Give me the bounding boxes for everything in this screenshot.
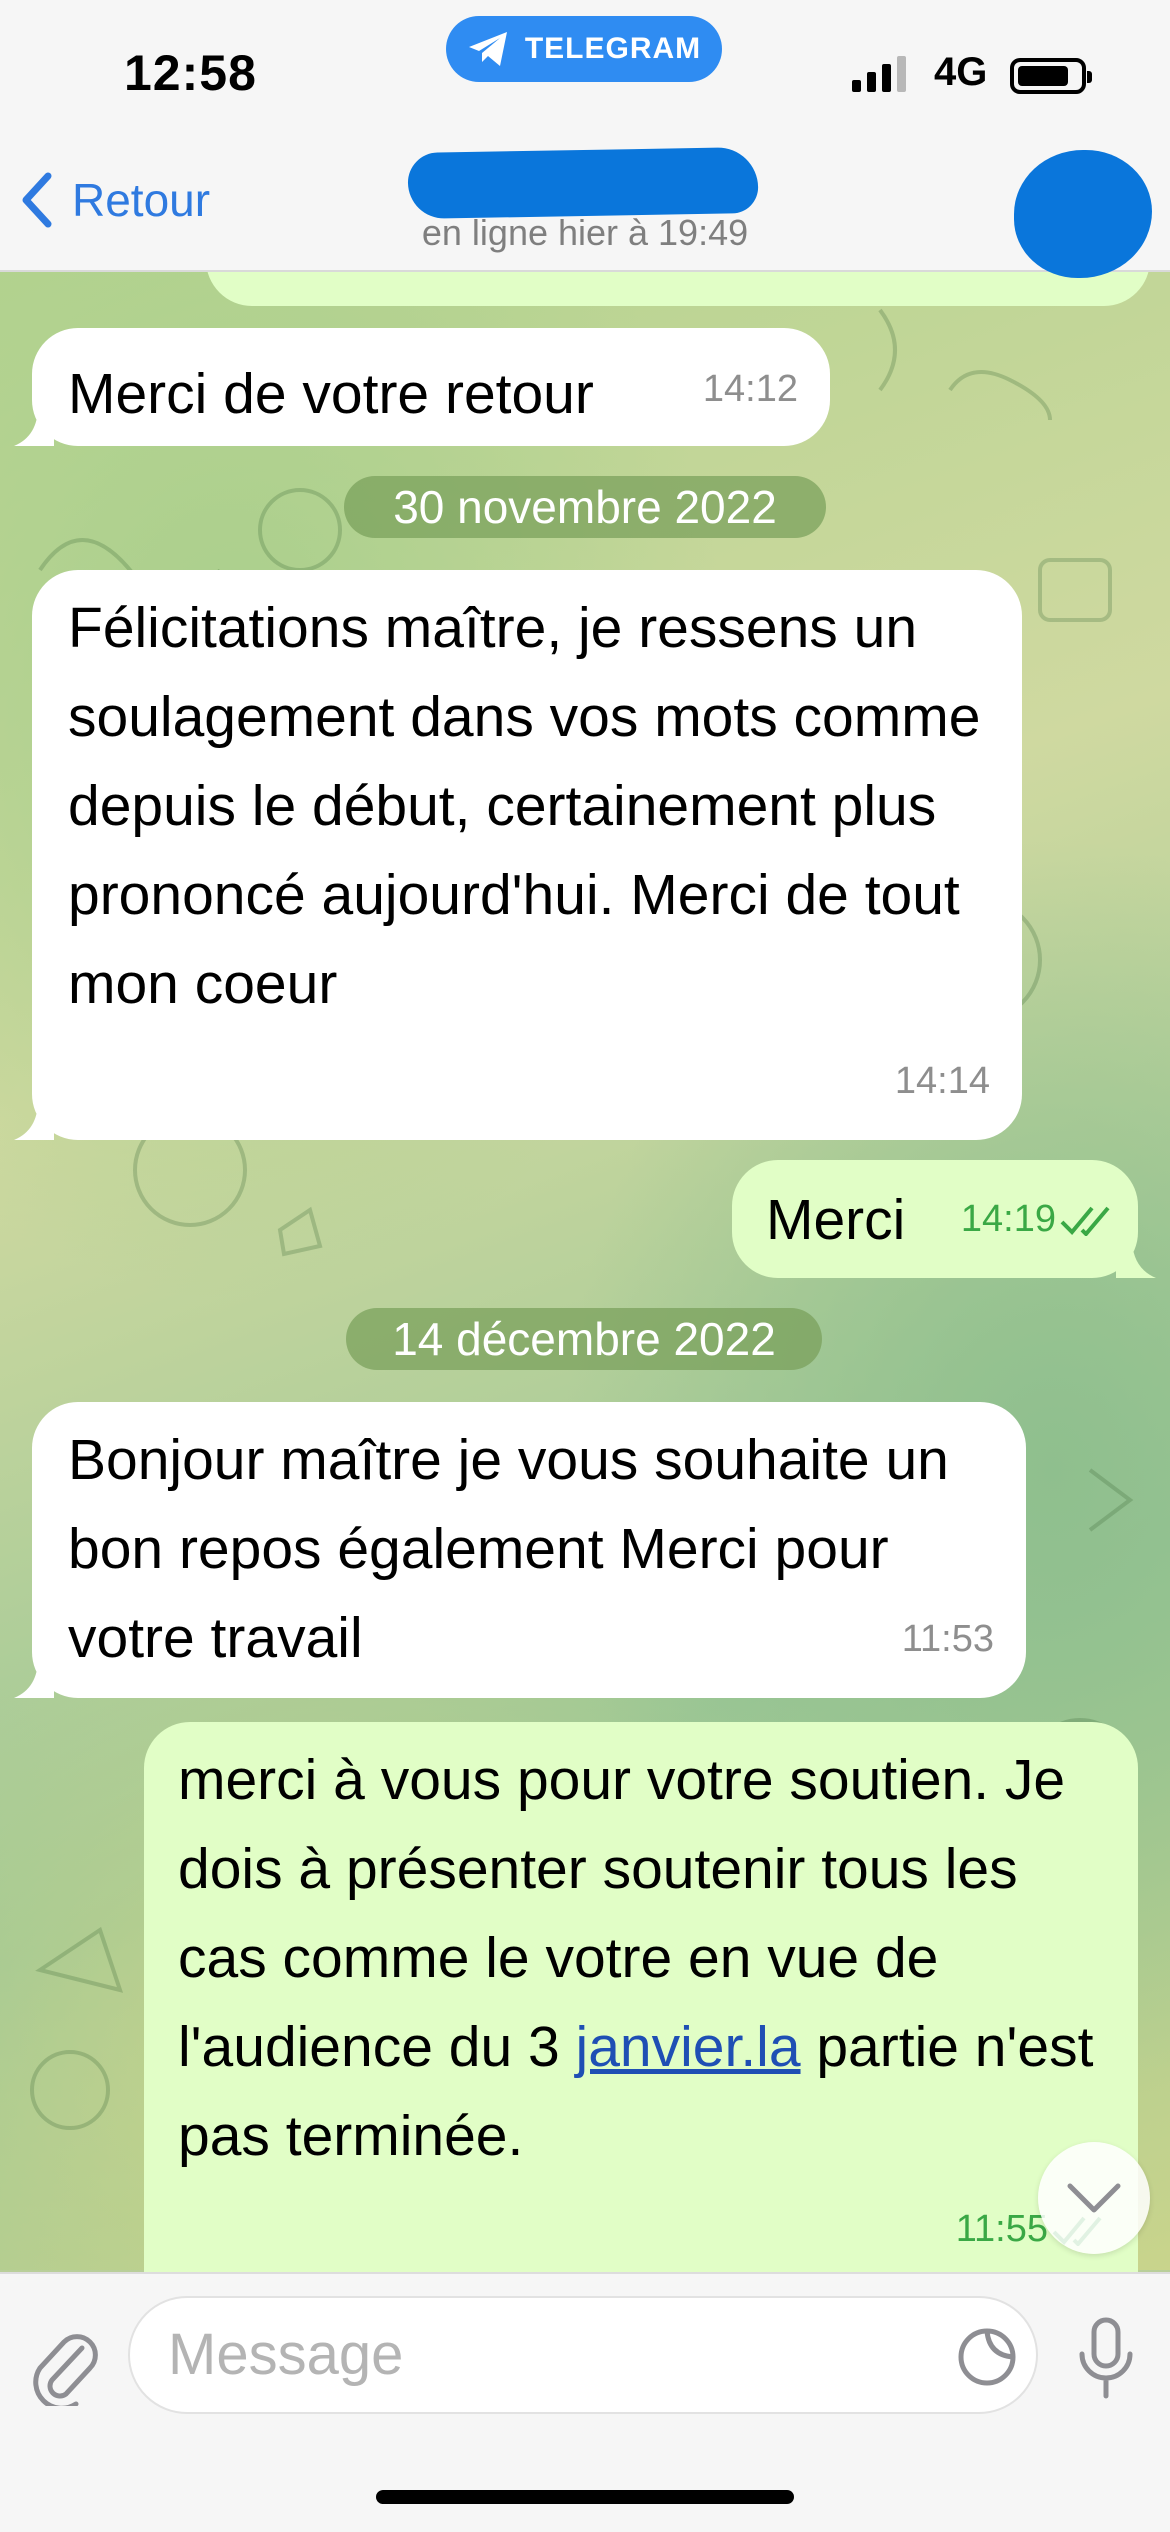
message-text: Félicitations maître, je ressens un soul… [68, 596, 981, 1016]
message-text: merci à vous pour votre soutien. Je dois… [178, 1736, 1112, 2181]
telegram-app-pill[interactable]: TELEGRAM [446, 16, 722, 82]
message-time: 14:19 [960, 1198, 1056, 1240]
message-bubble-incoming[interactable]: Bonjour maître je vous souhaite un bon r… [14, 1402, 1026, 1698]
status-time: 12:58 [124, 45, 257, 101]
telegram-pill-label: TELEGRAM [524, 32, 702, 65]
network-type: 4G [934, 50, 988, 94]
message-bubble-incoming[interactable]: Merci de votre retour 14:12 [14, 328, 830, 446]
date-label: 14 décembre 2022 [392, 1313, 776, 1365]
message-time: 11:55 [955, 2208, 1048, 2250]
message-input[interactable]: Message [128, 2296, 1038, 2414]
bubble-tail [14, 1100, 54, 1140]
chevron-down-icon [1067, 2183, 1121, 2213]
paperclip-icon[interactable] [28, 2326, 100, 2406]
message-text: Bonjour maître je vous souhaite un bon r… [68, 1428, 949, 1670]
message-bubble-incoming[interactable]: Félicitations maître, je ressens un soul… [14, 570, 1022, 1140]
date-label: 30 novembre 2022 [393, 481, 777, 533]
home-indicator[interactable] [376, 2490, 794, 2504]
message-time: 14:12 [702, 368, 798, 410]
sticker-icon[interactable] [956, 2326, 1018, 2388]
bubble-tail [1116, 1238, 1156, 1278]
date-separator: 14 décembre 2022 [346, 1308, 822, 1370]
message-bubble-outgoing[interactable]: Merci 14:19 [732, 1160, 1156, 1278]
bubble-tail [14, 1658, 54, 1698]
message-link[interactable]: janvier.la [576, 2015, 801, 2079]
status-bar: 12:58 TELEGRAM 4G [0, 0, 1170, 140]
date-separator: 30 novembre 2022 [344, 476, 826, 538]
message-time: 14:14 [894, 1060, 990, 1102]
microphone-icon[interactable] [1076, 2316, 1136, 2400]
message-bubble-outgoing[interactable]: merci à vous pour votre soutien. Je dois… [144, 1722, 1138, 2282]
cellular-signal-icon [852, 56, 906, 92]
battery-icon [1010, 58, 1092, 94]
scroll-to-bottom-button[interactable] [1038, 2142, 1150, 2254]
telegram-plane-icon [468, 32, 507, 66]
double-check-icon [1060, 1206, 1110, 1236]
message-input-placeholder: Message [168, 2322, 404, 2387]
contact-name-redacted-overlay[interactable] [407, 146, 759, 220]
message-time: 11:53 [901, 1618, 994, 1660]
bubble-tail [14, 406, 54, 446]
last-seen-status-overlay: en ligne hier à 19:49 [421, 212, 749, 253]
